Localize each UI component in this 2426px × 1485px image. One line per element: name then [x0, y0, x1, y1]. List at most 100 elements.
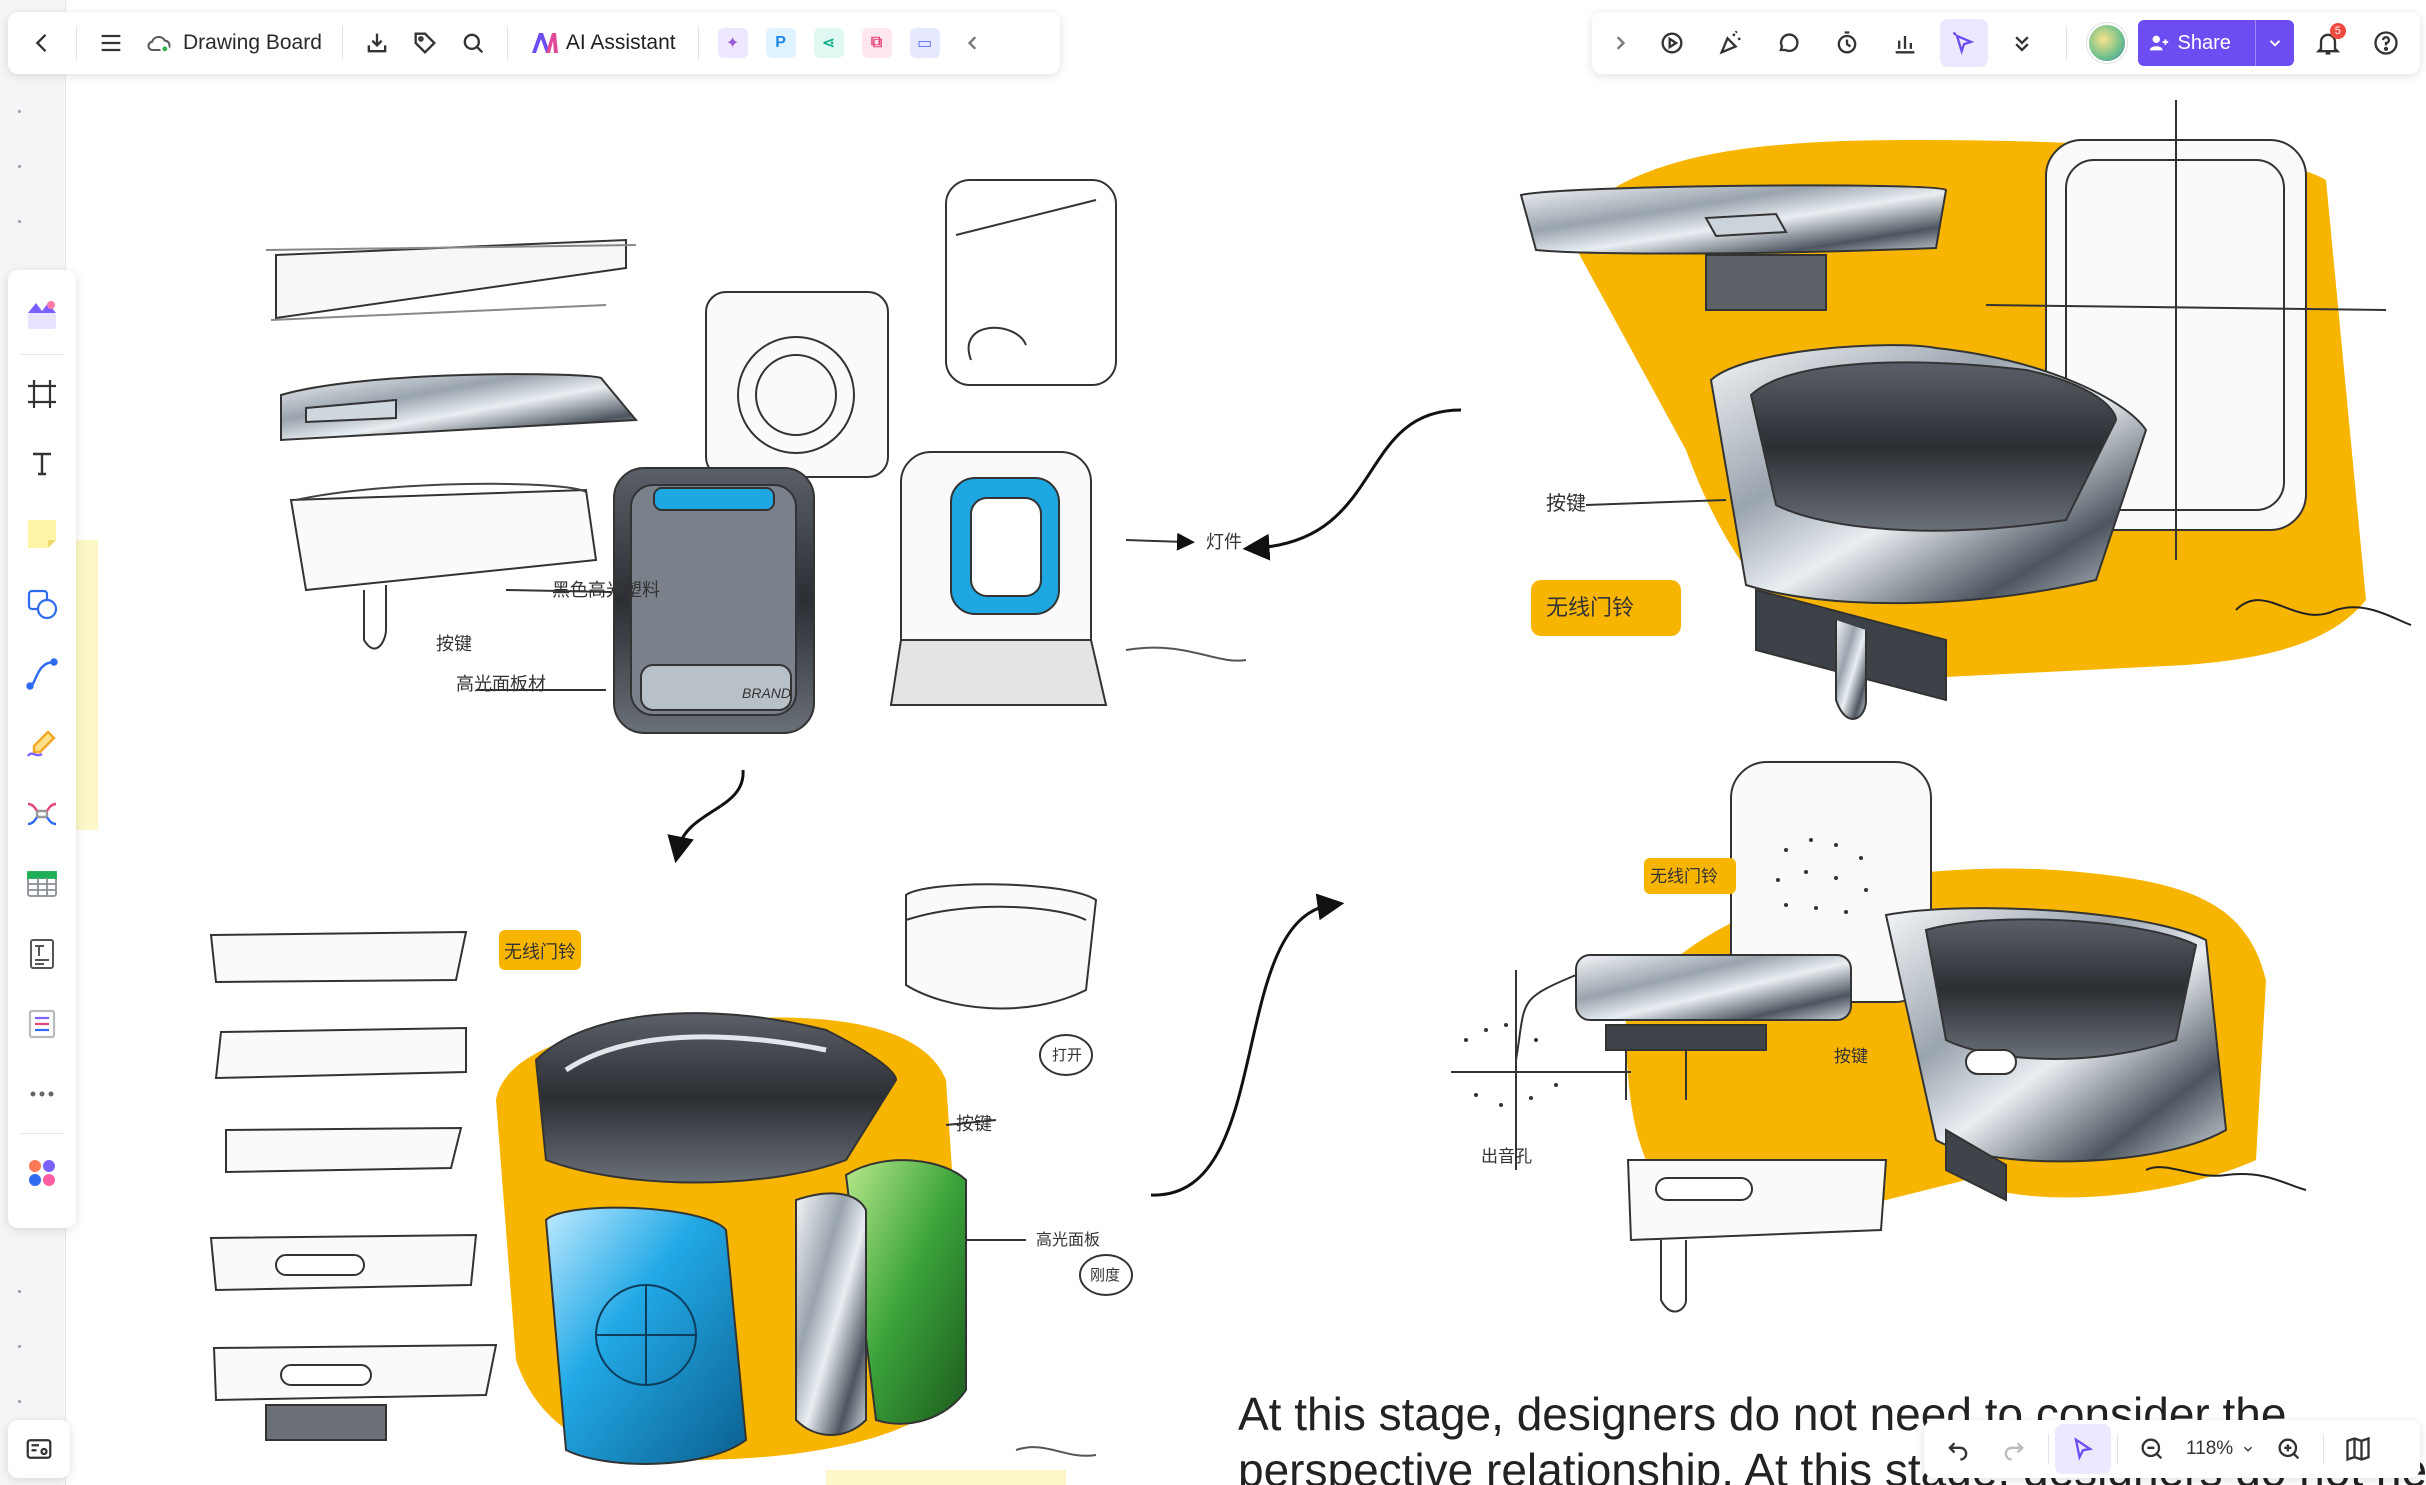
sticky-note-edge — [76, 540, 98, 830]
sketch-artwork: 黑色高光塑料 按键 高光面板材 灯件 BRAND 按键 无线门铃 无线门铃 按键… — [209, 100, 2412, 1485]
text-tool[interactable] — [15, 437, 69, 491]
present-button[interactable] — [1648, 19, 1696, 67]
pen-tool[interactable] — [15, 717, 69, 771]
undo-button[interactable] — [1930, 1424, 1986, 1474]
add-user-icon — [2149, 35, 2168, 51]
search-button[interactable] — [449, 19, 497, 67]
brand-text: BRAND — [742, 685, 791, 701]
curve-connector-icon — [26, 658, 58, 690]
menu-icon — [101, 34, 121, 52]
celebrate-button[interactable] — [1707, 19, 1755, 67]
apps-tool[interactable] — [15, 1146, 69, 1200]
document-title[interactable]: Drawing Board — [135, 29, 332, 57]
annotation-5: 按键 — [1546, 492, 1586, 515]
share-dropdown[interactable] — [2254, 20, 2284, 66]
annotation-4: 灯件 — [1206, 532, 1242, 552]
share-label: Share — [2177, 31, 2231, 54]
chevron-down-icon — [2269, 40, 2280, 47]
more-tools-palette-button[interactable] — [15, 1067, 69, 1121]
chevron-double-down-icon — [2015, 36, 2029, 52]
timer-button[interactable] — [1823, 19, 1871, 67]
mindmap-tool[interactable] — [15, 787, 69, 841]
annotation-9: 打开 — [1052, 1047, 1082, 1064]
play-icon — [1661, 32, 1683, 54]
tag-button[interactable] — [401, 19, 449, 67]
timer-icon — [1837, 31, 1857, 54]
ai-assistant-button[interactable]: AI Assistant — [518, 19, 688, 67]
cursor-icon — [2074, 1437, 2094, 1461]
chevron-left-small-icon — [967, 36, 976, 50]
connector-tool[interactable] — [15, 647, 69, 701]
outline-button[interactable] — [8, 1420, 70, 1478]
sticky-note-icon — [28, 520, 56, 548]
annotation-14: 刚度 — [1090, 1267, 1120, 1284]
ai-assistant-label: AI Assistant — [565, 31, 676, 54]
back-button[interactable] — [18, 19, 66, 67]
more-tools-button[interactable] — [1998, 19, 2046, 67]
menu-button[interactable] — [87, 19, 135, 67]
annotation-13: 高光面板 — [1036, 1231, 1100, 1249]
expand-toolbar-button[interactable] — [1602, 19, 1638, 67]
text-icon — [33, 452, 51, 476]
annotation-6: 无线门铃 — [1546, 595, 1634, 620]
document-icon — [30, 939, 54, 969]
zoom-level-dropdown[interactable]: 118% — [2180, 1438, 2261, 1460]
frame-tool[interactable] — [15, 367, 69, 421]
chevron-left-icon — [35, 34, 47, 52]
mindmap-app-icon[interactable]: ⋖ — [813, 28, 844, 58]
sketch-bottom-right — [1451, 761, 2307, 1313]
table-icon — [27, 871, 57, 897]
party-popper-icon — [1719, 30, 1741, 55]
share-button[interactable]: Share — [2137, 20, 2294, 66]
sketch-top-left — [265, 179, 1247, 734]
table-tool[interactable] — [15, 857, 69, 911]
shape-tool[interactable] — [15, 577, 69, 631]
search-icon — [463, 33, 484, 54]
download-button[interactable] — [353, 19, 401, 67]
annotation-12: 出音孔 — [1481, 1147, 1532, 1166]
zoom-out-icon — [2141, 1438, 2163, 1460]
frame-icon — [28, 380, 56, 408]
bottom-navigation-bar: 118% — [1924, 1420, 2420, 1478]
notifications-button[interactable]: 5 — [2304, 19, 2352, 67]
download-icon — [367, 33, 387, 53]
flowchart-app-icon[interactable]: ⧉ — [861, 28, 892, 58]
drawing-board-app: 黑色高光塑料 按键 高光面板材 灯件 BRAND 按键 无线门铃 无线门铃 按键… — [0, 0, 2426, 1485]
cloud-sync-icon — [147, 35, 171, 54]
redo-icon — [2004, 1442, 2024, 1461]
laser-pointer-button[interactable] — [1939, 19, 1988, 67]
templates-tool[interactable] — [15, 288, 69, 342]
list-icon — [28, 1009, 56, 1039]
list-tool[interactable] — [15, 997, 69, 1051]
text-document-tool[interactable] — [15, 927, 69, 981]
vote-button[interactable] — [1881, 19, 1929, 67]
comment-button[interactable] — [1765, 19, 1813, 67]
chat-app-icon[interactable]: ▭ — [909, 28, 940, 58]
ai-logo-icon — [531, 33, 558, 53]
top-right-toolbar: Share 5 — [1592, 12, 2420, 74]
annotation-3: 高光面板材 — [456, 674, 546, 694]
user-avatar[interactable] — [2087, 23, 2128, 63]
presentation-app-icon[interactable]: P — [765, 28, 796, 58]
chevron-down-icon — [2244, 1446, 2253, 1452]
help-button[interactable] — [2362, 19, 2410, 67]
image-app-icon[interactable]: ✦ — [717, 28, 748, 58]
collapse-apps-button[interactable] — [949, 19, 997, 67]
annotation-1: 黑色高光塑料 — [552, 580, 660, 600]
undo-icon — [1948, 1442, 1968, 1461]
map-view-button[interactable] — [2330, 1424, 2386, 1474]
whiteboard-canvas[interactable]: 黑色高光塑料 按键 高光面板材 灯件 BRAND 按键 无线门铃 无线门铃 按键… — [66, 0, 2426, 1485]
annotation-2: 按键 — [436, 634, 472, 654]
notification-badge: 5 — [2329, 23, 2346, 39]
document-title-text: Drawing Board — [183, 31, 322, 54]
laser-pointer-icon — [1952, 31, 1974, 55]
comment-icon — [1778, 33, 1799, 53]
zoom-out-button[interactable] — [2124, 1424, 2180, 1474]
sticky-note-tool[interactable] — [15, 507, 69, 561]
redo-button[interactable] — [1986, 1424, 2042, 1474]
tag-icon — [414, 32, 436, 54]
pen-icon — [27, 730, 56, 757]
select-tool-button[interactable] — [2055, 1424, 2111, 1474]
zoom-in-button[interactable] — [2261, 1424, 2317, 1474]
zoom-in-icon — [2278, 1438, 2300, 1460]
